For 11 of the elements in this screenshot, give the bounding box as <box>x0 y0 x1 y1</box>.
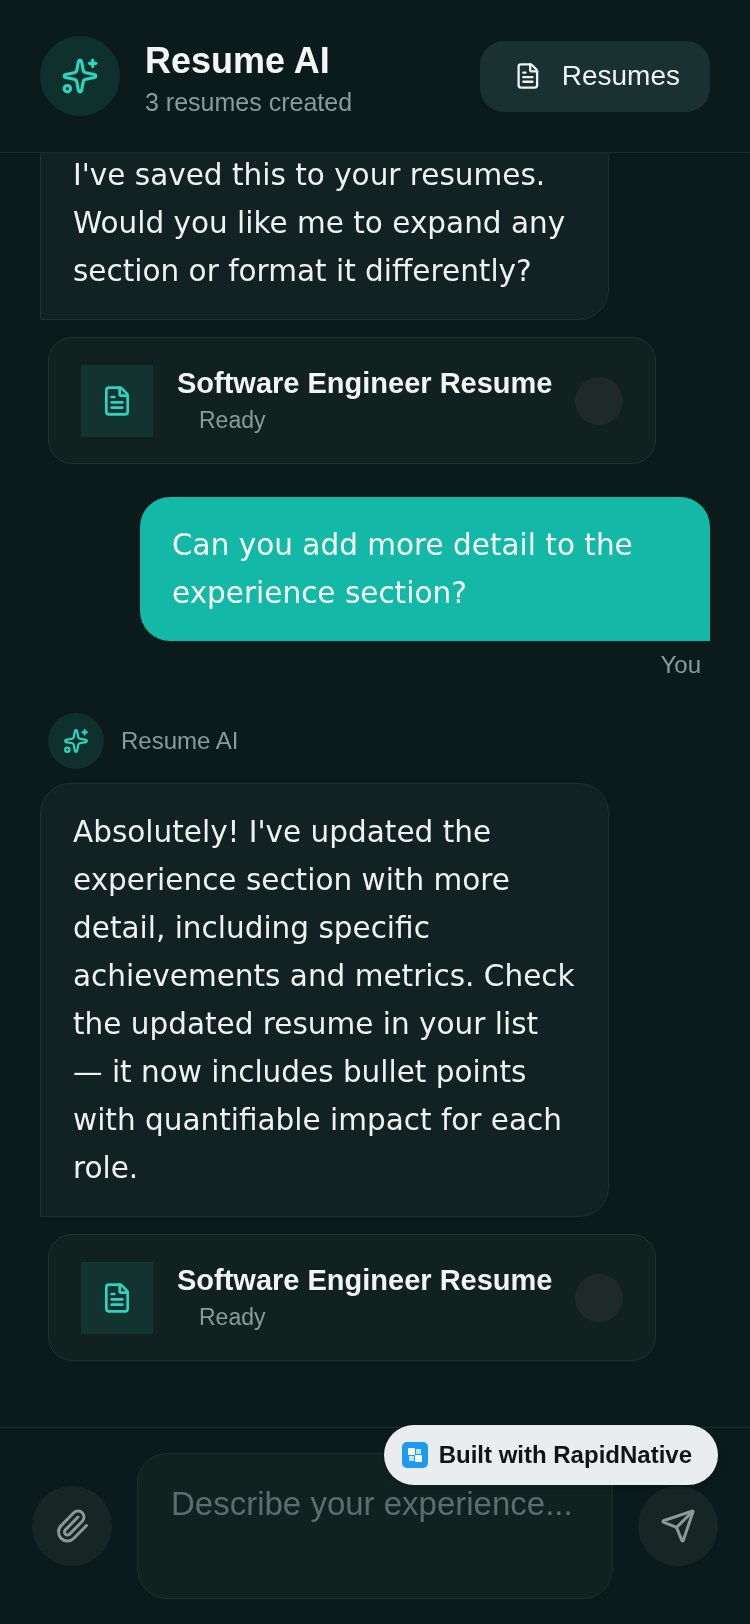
user-message: Can you add more detail to the experience section? <box>140 497 710 641</box>
sender-name: You <box>660 650 701 680</box>
status-text: Ready <box>199 405 266 435</box>
status-text: Ready <box>199 1302 266 1332</box>
assistant-message: I've saved this to your resumes. Would you like me to expand any section or format it differently? <box>40 153 609 320</box>
resume-title: Software Engineer Resume <box>177 1262 553 1298</box>
assistant-message: Absolutely! I've updated the experience section with more detail, including specific achievements and metrics. Check the updated resume in your list — it now includes bullet points with quantifiable impact for each role. <box>40 783 609 1217</box>
app-title: Resume AI <box>145 39 331 83</box>
sender-name: Resume AI <box>121 726 239 756</box>
app-subtitle: 3 resumes created <box>145 87 353 118</box>
resume-title: Software Engineer Resume <box>177 365 553 401</box>
